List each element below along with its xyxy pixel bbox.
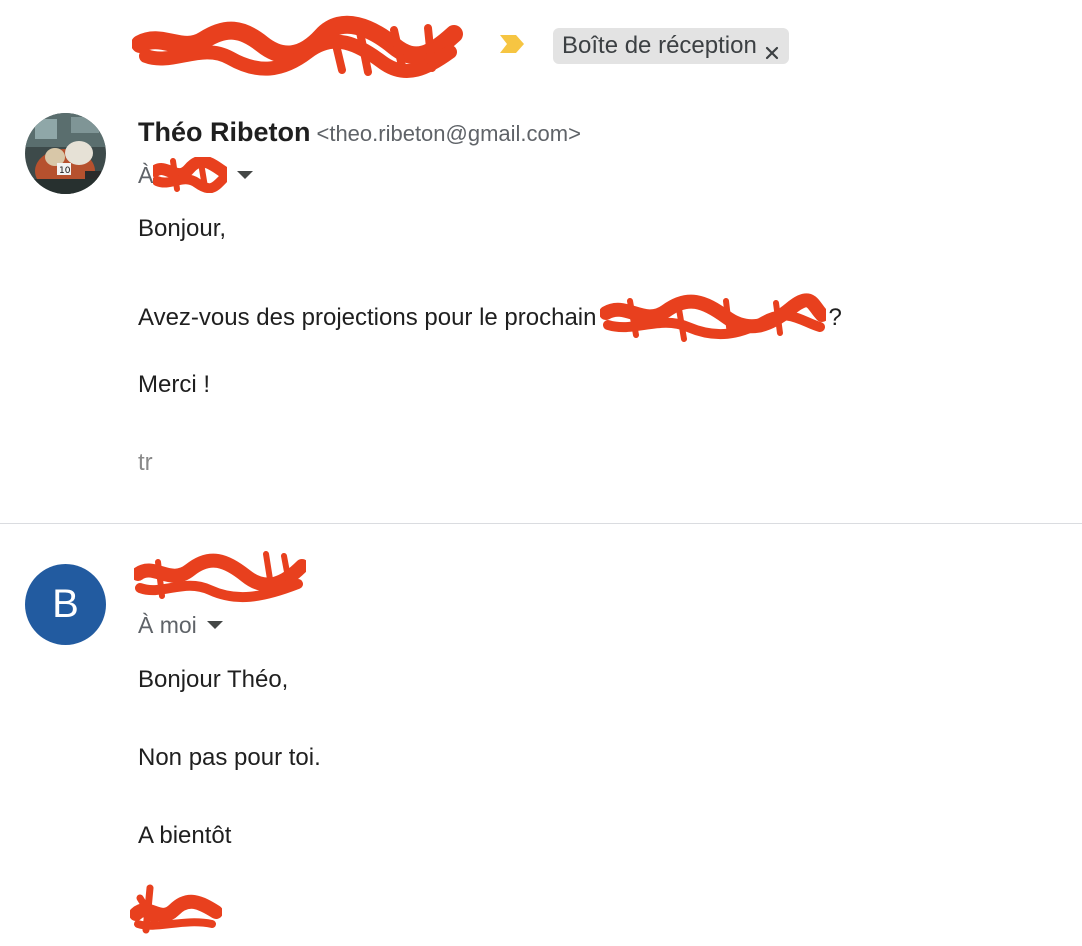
signature-redaction bbox=[129, 880, 223, 936]
message2-greeting: Bonjour Théo, bbox=[138, 666, 289, 693]
svg-text:10: 10 bbox=[59, 166, 71, 176]
recipient-redaction bbox=[149, 155, 232, 194]
inbox-label-chip[interactable]: Boîte de réception bbox=[553, 28, 789, 64]
sender-avatar-photo[interactable]: 10 bbox=[25, 113, 106, 194]
message1-thanks: Merci ! bbox=[138, 371, 210, 398]
subject-redaction bbox=[131, 14, 472, 80]
message2-recipients: À moi bbox=[138, 610, 223, 640]
sender-email: <theo.ribeton@gmail.com> bbox=[316, 121, 581, 146]
message1-greeting: Bonjour, bbox=[138, 215, 227, 242]
sender-name-redaction bbox=[131, 548, 309, 606]
message2-body-line: Non pas pour toi. bbox=[138, 744, 321, 771]
inbox-label-text: Boîte de réception bbox=[562, 32, 757, 59]
message1-question-line: Avez-vous des projections pour le procha… bbox=[138, 293, 842, 343]
question-prefix: Avez-vous des projections pour le procha… bbox=[138, 304, 597, 331]
message1-sender: Théo Ribeton <theo.ribeton@gmail.com> bbox=[138, 117, 581, 148]
message2-closing: A bientôt bbox=[138, 822, 232, 849]
message-separator bbox=[0, 523, 1082, 524]
show-details-caret-icon[interactable] bbox=[237, 171, 254, 179]
sender-avatar-letter[interactable]: B bbox=[25, 564, 106, 645]
question-suffix: ? bbox=[828, 304, 842, 331]
importance-marker-icon[interactable] bbox=[498, 33, 526, 55]
message1-signature: tr bbox=[138, 449, 153, 476]
message1-recipients: À bbox=[138, 155, 254, 194]
remove-label-icon[interactable] bbox=[765, 39, 779, 60]
to-prefix: À bbox=[138, 161, 154, 188]
to-me-label: À moi bbox=[138, 611, 197, 638]
sender-name[interactable]: Théo Ribeton bbox=[138, 117, 310, 147]
show-details-caret-icon[interactable] bbox=[206, 621, 223, 629]
question-redaction bbox=[599, 293, 830, 343]
